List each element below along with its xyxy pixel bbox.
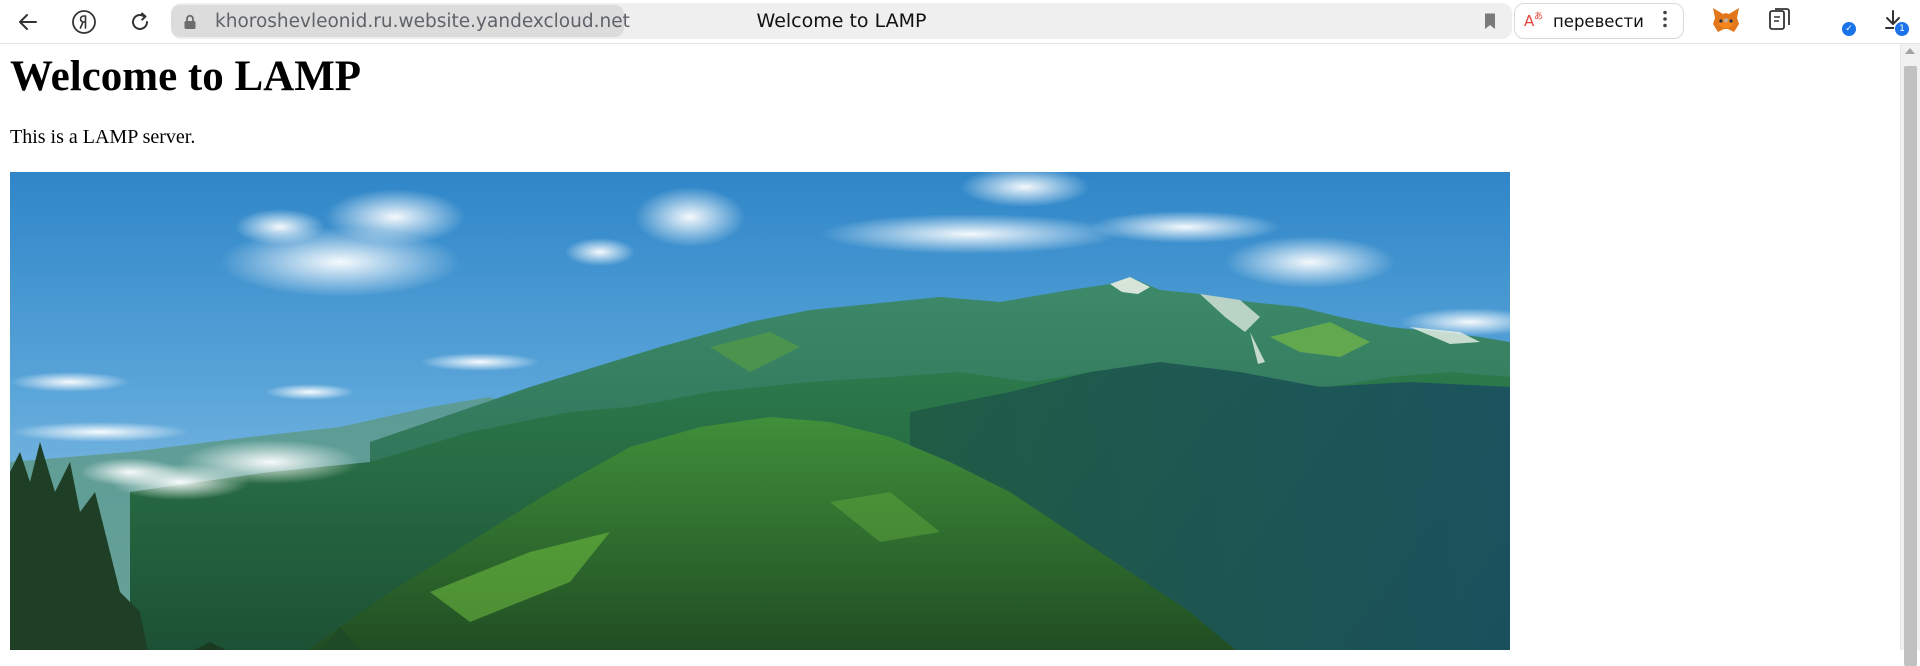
metamask-fox-icon bbox=[1711, 6, 1741, 38]
url-text: khoroshevleonid.ru.website.yandexcloud.n… bbox=[215, 10, 630, 32]
scroll-thumb[interactable] bbox=[1904, 66, 1917, 666]
collections-button[interactable] bbox=[1763, 5, 1797, 39]
reload-icon bbox=[129, 11, 151, 33]
back-arrow-icon bbox=[17, 11, 39, 33]
url-field[interactable]: khoroshevleonid.ru.website.yandexcloud.n… bbox=[171, 5, 630, 37]
lock-icon bbox=[181, 13, 199, 31]
translate-button[interactable]: A あ перевести bbox=[1523, 6, 1644, 36]
yandex-logo-icon bbox=[71, 9, 97, 35]
scroll-up-arrow-icon[interactable] bbox=[1905, 48, 1915, 54]
back-button[interactable] bbox=[10, 4, 46, 40]
page-paragraph: This is a LAMP server. bbox=[10, 126, 196, 148]
mountain-landscape-image bbox=[10, 172, 1510, 650]
yandex-home-button[interactable] bbox=[66, 4, 102, 40]
downloads-count-badge: 1 bbox=[1894, 21, 1910, 37]
more-vertical-icon bbox=[1662, 9, 1668, 33]
svg-text:あ: あ bbox=[1534, 11, 1543, 22]
check-badge-icon: ✓ bbox=[1841, 21, 1857, 37]
translate-label: перевести bbox=[1553, 11, 1644, 31]
reload-button[interactable] bbox=[122, 4, 158, 40]
browser-toolbar: khoroshevleonid.ru.website.yandexcloud.n… bbox=[0, 0, 1920, 44]
bookmark-icon[interactable] bbox=[1480, 11, 1500, 31]
profile-button[interactable]: ✓ bbox=[1823, 5, 1857, 39]
metamask-extension-button[interactable] bbox=[1709, 5, 1743, 39]
page-heading: Welcome to LAMP bbox=[10, 53, 362, 100]
page-viewport: Welcome to LAMP This is a LAMP server. bbox=[0, 44, 1900, 650]
translate-icon: A あ bbox=[1523, 7, 1547, 35]
address-bar[interactable]: khoroshevleonid.ru.website.yandexcloud.n… bbox=[171, 3, 1512, 39]
translate-panel: A あ перевести bbox=[1514, 3, 1684, 39]
downloads-button[interactable]: 1 bbox=[1876, 5, 1910, 39]
collections-icon bbox=[1767, 7, 1793, 37]
page-scrollbar[interactable] bbox=[1900, 44, 1920, 666]
translate-menu-button[interactable] bbox=[1651, 7, 1679, 35]
